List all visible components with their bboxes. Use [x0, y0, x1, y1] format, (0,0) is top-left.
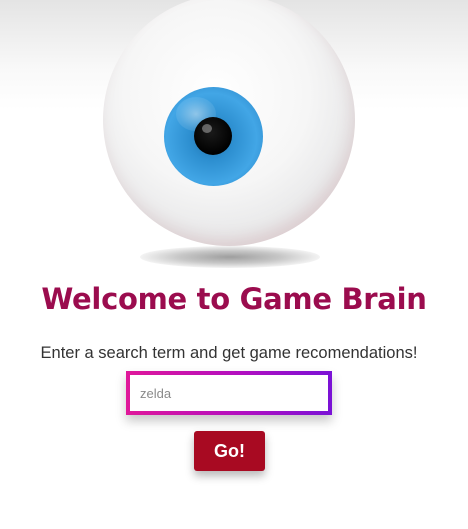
iris	[164, 87, 263, 186]
eyeball-shadow	[140, 246, 320, 268]
eyeball-logo	[103, 0, 355, 246]
pupil	[194, 117, 232, 155]
search-input-frame	[126, 371, 332, 415]
page-title: Welcome to Game Brain	[41, 282, 427, 316]
go-button[interactable]: Go!	[194, 431, 265, 471]
eyeball-icon	[103, 0, 355, 246]
pupil-highlight	[202, 124, 212, 133]
search-input[interactable]	[130, 375, 328, 411]
page-subtitle: Enter a search term and get game recomen…	[40, 344, 418, 362]
